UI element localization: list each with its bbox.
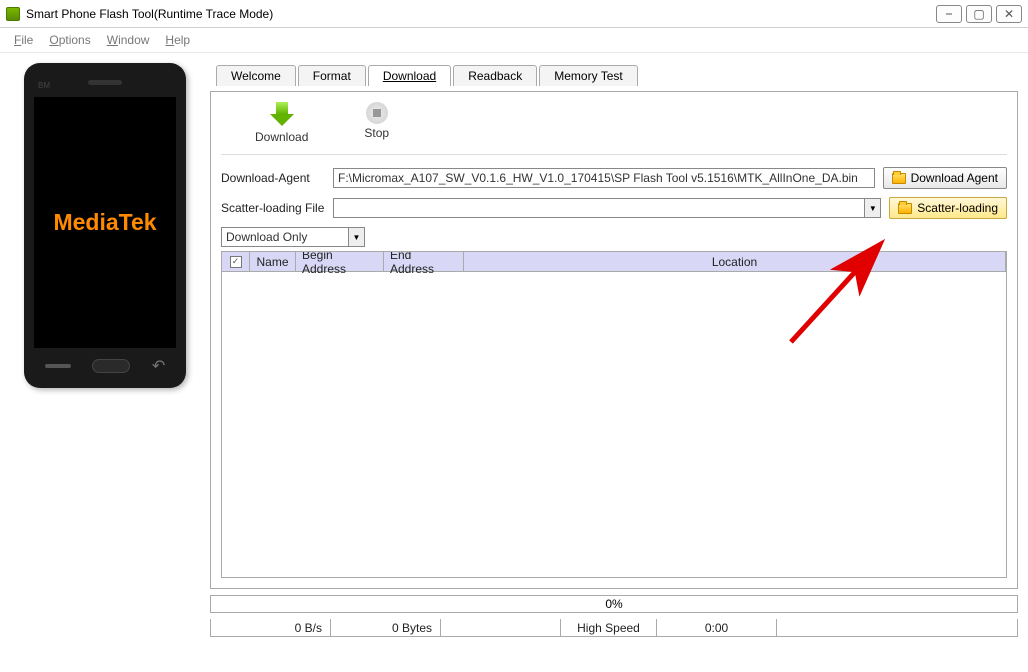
phone-graphic: BM MediaTek ↶ bbox=[24, 63, 186, 388]
download-arrow-icon bbox=[270, 102, 294, 128]
scatter-file-input[interactable] bbox=[333, 198, 881, 218]
col-location[interactable]: Location bbox=[464, 252, 1006, 271]
progress-bar: 0% bbox=[210, 595, 1018, 613]
status-bytes: 0 Bytes bbox=[331, 619, 441, 636]
phone-brand-label: MediaTek bbox=[53, 209, 156, 236]
menu-window[interactable]: Window bbox=[101, 31, 156, 49]
status-blank1 bbox=[441, 619, 561, 636]
title-bar: Smart Phone Flash Tool(Runtime Trace Mod… bbox=[0, 0, 1028, 28]
phone-home-icon bbox=[92, 359, 130, 373]
tab-download[interactable]: Download bbox=[368, 65, 451, 86]
tab-readback[interactable]: Readback bbox=[453, 65, 537, 86]
download-action-label: Download bbox=[255, 130, 308, 144]
phone-bm-label: BM bbox=[38, 81, 50, 90]
status-time: 0:00 bbox=[657, 619, 777, 636]
scatter-file-dropdown-icon[interactable]: ▼ bbox=[864, 199, 880, 217]
status-bar: 0 B/s 0 Bytes High Speed 0:00 bbox=[210, 619, 1018, 637]
tab-welcome[interactable]: Welcome bbox=[216, 65, 296, 86]
menu-bar: File Options Window Help bbox=[0, 28, 1028, 52]
download-agent-button[interactable]: Download Agent bbox=[883, 167, 1007, 189]
menu-file[interactable]: File bbox=[8, 31, 39, 49]
minimize-button[interactable]: ⎯ bbox=[936, 5, 962, 23]
status-blank2 bbox=[777, 619, 1017, 636]
menu-help[interactable]: Help bbox=[159, 31, 196, 49]
phone-speaker-icon bbox=[88, 80, 122, 85]
progress-text: 0% bbox=[605, 597, 622, 611]
status-speed: 0 B/s bbox=[211, 619, 331, 636]
tab-strip: Welcome Format Download Readback Memory … bbox=[210, 63, 1018, 85]
phone-back-icon: ↶ bbox=[152, 356, 165, 376]
download-agent-label: Download-Agent bbox=[221, 171, 325, 185]
download-mode-select[interactable]: ▼ bbox=[221, 227, 365, 247]
tab-memory-test[interactable]: Memory Test bbox=[539, 65, 637, 86]
phone-screen: MediaTek bbox=[34, 97, 176, 348]
select-all-checkbox[interactable]: ✓ bbox=[230, 256, 242, 268]
close-button[interactable]: ✕ bbox=[996, 5, 1022, 23]
download-agent-input[interactable] bbox=[333, 168, 875, 188]
scatter-loading-button-label: Scatter-loading bbox=[917, 201, 998, 215]
app-icon bbox=[6, 7, 20, 21]
tab-content-download: Download Stop Download-Agent Download Ag… bbox=[210, 91, 1018, 589]
download-agent-button-label: Download Agent bbox=[911, 171, 998, 185]
maximize-button[interactable]: ▢ bbox=[966, 5, 992, 23]
tab-format[interactable]: Format bbox=[298, 65, 366, 86]
scatter-loading-button[interactable]: Scatter-loading bbox=[889, 197, 1007, 219]
phone-preview-panel: BM MediaTek ↶ bbox=[10, 63, 200, 637]
stop-action[interactable]: Stop bbox=[364, 102, 389, 144]
phone-menu-icon bbox=[45, 364, 71, 368]
window-title: Smart Phone Flash Tool(Runtime Trace Mod… bbox=[26, 7, 936, 21]
status-usb: High Speed bbox=[561, 619, 657, 636]
chevron-down-icon[interactable]: ▼ bbox=[348, 228, 364, 246]
folder-icon bbox=[892, 173, 906, 184]
col-checkbox[interactable]: ✓ bbox=[222, 252, 250, 271]
partition-table: ✓ Name Begin Address End Address Locatio… bbox=[221, 251, 1007, 578]
col-name[interactable]: Name bbox=[250, 252, 296, 271]
menu-options[interactable]: Options bbox=[43, 31, 96, 49]
table-header: ✓ Name Begin Address End Address Locatio… bbox=[222, 252, 1006, 272]
download-action[interactable]: Download bbox=[255, 102, 308, 144]
col-begin-address[interactable]: Begin Address bbox=[296, 252, 384, 271]
stop-icon bbox=[366, 102, 388, 124]
scatter-file-label: Scatter-loading File bbox=[221, 201, 325, 215]
folder-icon bbox=[898, 203, 912, 214]
stop-action-label: Stop bbox=[364, 126, 389, 140]
col-end-address[interactable]: End Address bbox=[384, 252, 464, 271]
download-mode-value[interactable] bbox=[221, 227, 365, 247]
